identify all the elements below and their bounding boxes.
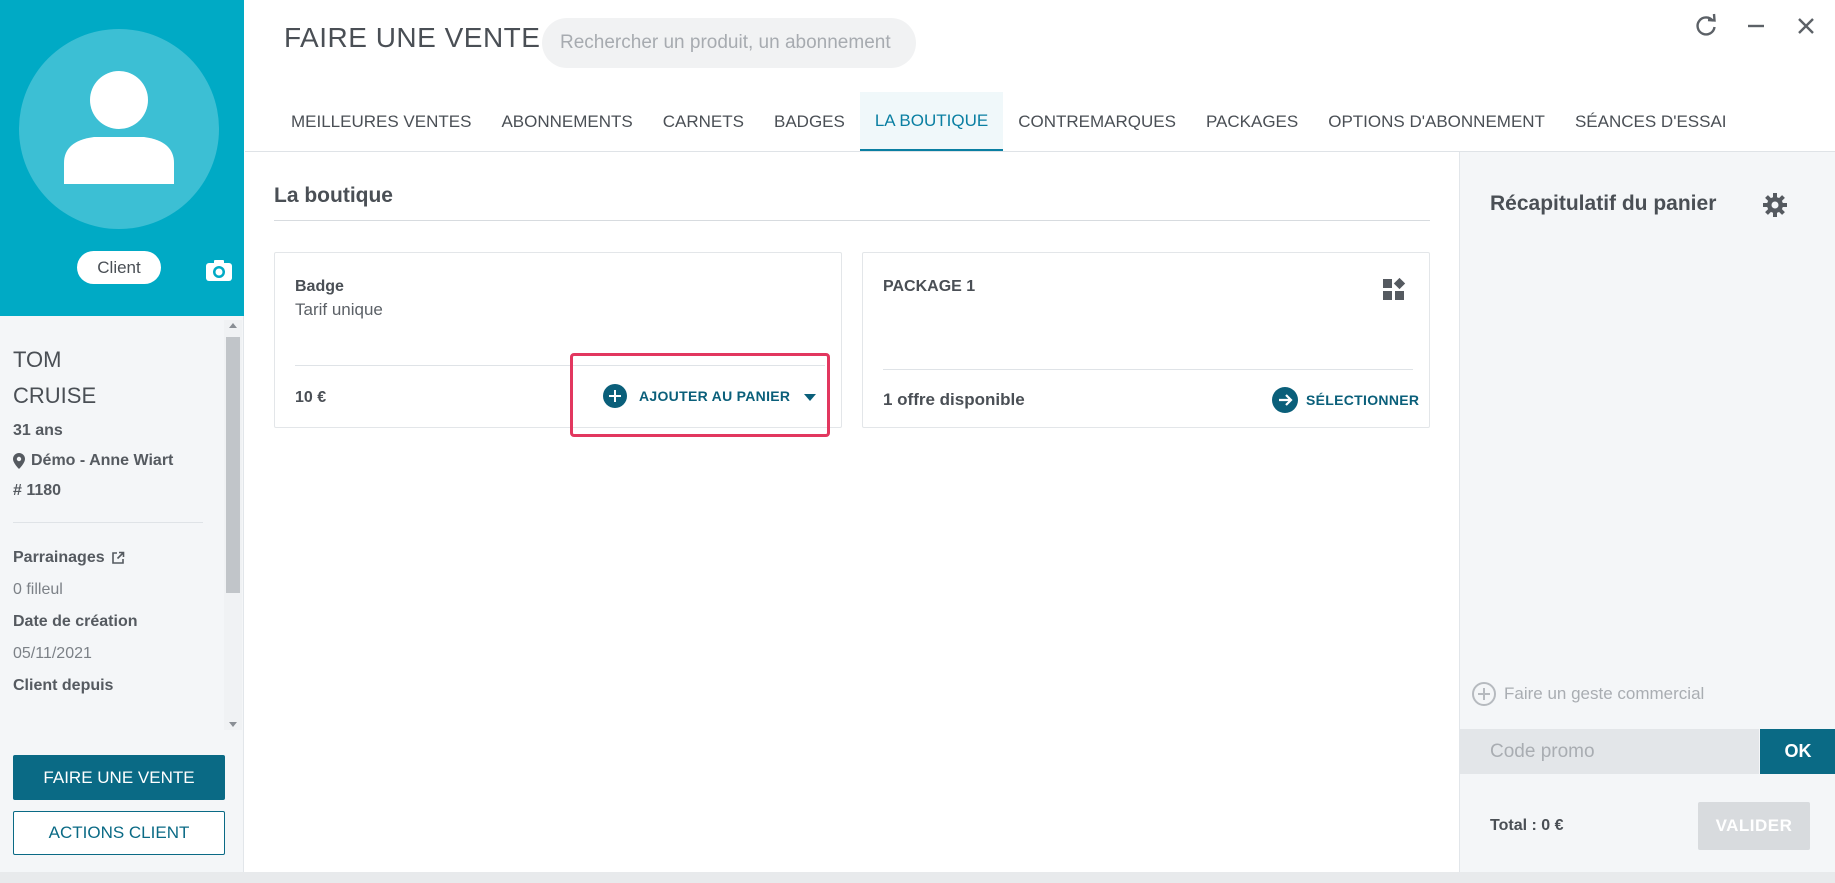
tab-countermarks[interactable]: CONTREMARQUES [1003, 92, 1191, 152]
referrals-value: 0 filleul [13, 581, 63, 598]
product-price: 10 € [295, 389, 327, 406]
client-actions-button[interactable]: ACTIONS CLIENT [13, 811, 225, 855]
section-title: La boutique [274, 184, 393, 207]
add-circle-outline-icon[interactable] [1472, 682, 1496, 706]
divider [13, 522, 203, 523]
make-sale-button[interactable]: FAIRE UNE VENTE [13, 755, 225, 800]
category-tabs: MEILLEURES VENTES ABONNEMENTS CARNETS BA… [276, 92, 1742, 152]
tab-shop[interactable]: LA BOUTIQUE [859, 92, 1004, 152]
page-title: FAIRE UNE VENTE [284, 22, 541, 53]
tab-badges[interactable]: BADGES [759, 92, 860, 152]
tab-trial-sessions[interactable]: SÉANCES D'ESSAI [1560, 92, 1742, 152]
referrals-label: Parrainages [13, 549, 105, 566]
creation-date-value: 05/11/2021 [13, 645, 92, 662]
promo-ok-button[interactable]: OK [1760, 729, 1835, 774]
package-name: PACKAGE 1 [883, 278, 976, 295]
cart-summary: Récapitulatif du panier Faire un geste c… [1459, 152, 1835, 883]
client-role-badge: Client [77, 251, 161, 284]
card-divider [883, 369, 1413, 370]
scroll-down-arrow-icon[interactable] [229, 722, 237, 727]
select-package-button[interactable]: SÉLECTIONNER [1272, 387, 1419, 413]
client-last-name: CRUISE [13, 383, 97, 408]
location-pin-icon [13, 453, 25, 469]
arrow-right-circle-icon[interactable] [1272, 387, 1298, 413]
client-age: 31 ans [13, 422, 63, 439]
tab-subscriptions[interactable]: ABONNEMENTS [486, 92, 647, 152]
client-details-scrollbar[interactable] [224, 320, 242, 730]
tab-best-sellers[interactable]: MEILLEURES VENTES [276, 92, 486, 152]
client-panel: Client TOM CRUISE 31 ans Démo - Anne Wia… [0, 0, 244, 883]
client-first-name: TOM [13, 347, 62, 372]
user-silhouette-icon [64, 71, 174, 184]
product-subtitle: Tarif unique [295, 300, 383, 319]
scroll-up-arrow-icon[interactable] [229, 323, 237, 328]
client-location: Démo - Anne Wiart [13, 452, 224, 470]
camera-icon[interactable] [205, 258, 233, 282]
avatar[interactable] [19, 29, 219, 229]
client-header: Client [0, 0, 244, 316]
tab-subscription-options[interactable]: OPTIONS D'ABONNEMENT [1313, 92, 1560, 152]
background-page-strip [0, 872, 1835, 883]
refresh-icon[interactable] [1692, 12, 1720, 40]
commercial-gesture-label[interactable]: Faire un geste commercial [1504, 684, 1704, 704]
tab-booklets[interactable]: CARNETS [648, 92, 759, 152]
highlight-box [570, 353, 830, 437]
cart-title: Récapitulatif du panier [1490, 192, 1717, 215]
client-location-text: Démo - Anne Wiart [31, 452, 174, 469]
package-offers: 1 offre disponible [883, 390, 1025, 409]
product-search-input[interactable] [542, 18, 916, 68]
package-widgets-icon [1381, 277, 1407, 303]
gear-icon[interactable] [1762, 192, 1788, 218]
client-since-label: Client depuis [13, 677, 114, 694]
client-member-id: # 1180 [13, 482, 62, 499]
select-package-label[interactable]: SÉLECTIONNER [1306, 392, 1419, 408]
minimize-icon[interactable] [1742, 12, 1770, 40]
product-card-package: PACKAGE 1 1 offre disponible SÉLECTIONNE… [862, 252, 1430, 428]
referrals-link[interactable]: Parrainages [13, 549, 224, 567]
external-link-icon[interactable] [111, 551, 125, 565]
cart-total: Total : 0 € [1490, 817, 1564, 834]
tab-packages[interactable]: PACKAGES [1191, 92, 1313, 152]
client-details: TOM CRUISE 31 ans Démo - Anne Wiart # 11… [0, 320, 224, 730]
commercial-gesture-button[interactable]: Faire un geste commercial [1472, 682, 1704, 706]
creation-date-label: Date de création [13, 613, 138, 630]
close-icon[interactable] [1792, 12, 1820, 40]
product-name: Badge [295, 278, 344, 295]
section-divider [274, 220, 1430, 221]
promo-code-input[interactable] [1460, 729, 1759, 774]
scroll-thumb[interactable] [226, 337, 240, 593]
validate-button[interactable]: VALIDER [1698, 802, 1810, 850]
